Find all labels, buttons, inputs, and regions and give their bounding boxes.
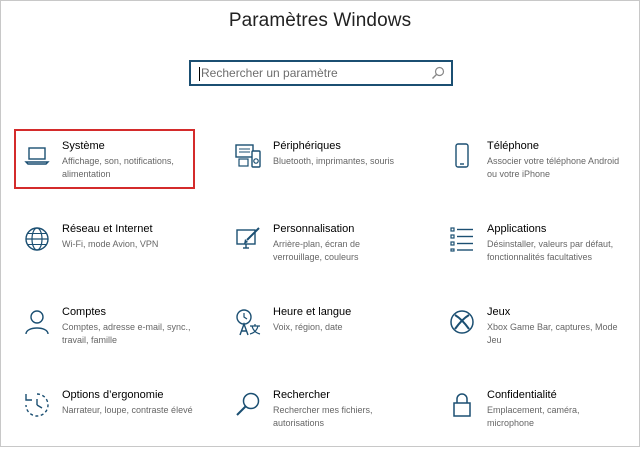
tile-description: Xbox Game Bar, captures, Mode Jeu — [487, 322, 618, 345]
apps-list-icon — [448, 225, 476, 253]
devices-icon — [234, 142, 262, 170]
tile-confidentialite[interactable]: Confidentialité Emplacement, caméra, mic… — [442, 389, 622, 453]
tile-rechercher[interactable]: Rechercher Rechercher mes fichiers, auto… — [228, 389, 408, 453]
search-icon — [234, 391, 262, 419]
tile-description: Narrateur, loupe, contraste élevé — [62, 405, 193, 415]
tile-name: Applications — [487, 223, 547, 235]
tile-peripheriques[interactable]: Périphériques Bluetooth, imprimantes, so… — [228, 140, 408, 204]
tile-name: Téléphone — [487, 140, 539, 152]
tile-description: Emplacement, caméra, microphone — [487, 405, 580, 428]
tile-description: Arrière-plan, écran de verrouillage, cou… — [273, 239, 361, 262]
tile-ergonomie[interactable]: Options d’ergonomie Narrateur, loupe, co… — [17, 389, 197, 453]
tile-heure-langue[interactable]: Heure et langue Voix, région, date — [228, 306, 408, 370]
text-caret — [199, 67, 200, 81]
tile-name: Rechercher — [273, 389, 330, 401]
search-input[interactable] — [201, 64, 421, 82]
tile-name: Options d’ergonomie — [62, 389, 164, 401]
tile-jeux[interactable]: Jeux Xbox Game Bar, captures, Mode Jeu — [442, 306, 622, 370]
tile-name: Confidentialité — [487, 389, 557, 401]
page-title: Paramètres Windows — [228, 10, 412, 31]
tile-name: Jeux — [487, 306, 511, 318]
globe-icon — [23, 225, 51, 253]
lock-icon — [448, 391, 476, 419]
tile-reseau[interactable]: Réseau et Internet Wi-Fi, mode Avion, VP… — [17, 223, 197, 287]
tile-name: Heure et langue — [273, 306, 352, 318]
time-language-icon — [234, 308, 262, 336]
tile-description: Comptes, adresse e-mail, sync., travail,… — [62, 322, 191, 345]
tile-name: Réseau et Internet — [62, 223, 153, 235]
tile-comptes[interactable]: Comptes Comptes, adresse e-mail, sync., … — [17, 306, 197, 370]
xbox-icon — [448, 308, 476, 336]
tile-description: Bluetooth, imprimantes, souris — [273, 156, 395, 166]
tile-name: Comptes — [62, 306, 107, 318]
tile-description: Associer votre téléphone Android ou votr… — [487, 156, 620, 179]
tile-name: Personnalisation — [273, 223, 355, 235]
tile-description: Voix, région, date — [273, 322, 343, 332]
phone-icon — [448, 142, 476, 170]
tile-personnalisation[interactable]: Personnalisation Arrière-plan, écran de … — [228, 223, 408, 287]
tile-telephone[interactable]: Téléphone Associer votre téléphone Andro… — [442, 140, 622, 204]
person-icon — [23, 308, 51, 336]
tile-description: Rechercher mes fichiers, autorisations — [273, 405, 373, 428]
tile-description: Affichage, son, notifications, alimentat… — [62, 156, 174, 179]
ease-of-access-icon — [23, 391, 51, 419]
tile-systeme[interactable]: Système Affichage, son, notifications, a… — [17, 140, 197, 204]
tile-description: Wi-Fi, mode Avion, VPN — [62, 239, 159, 249]
personalization-icon — [234, 225, 262, 253]
tile-name: Périphériques — [273, 140, 341, 152]
tile-applications[interactable]: Applications Désinstaller, valeurs par d… — [442, 223, 622, 287]
search-box[interactable] — [189, 60, 453, 86]
search-icon[interactable] — [431, 66, 445, 80]
tile-name: Système — [62, 140, 105, 152]
tile-description: Désinstaller, valeurs par défaut, foncti… — [487, 239, 614, 262]
laptop-icon — [23, 142, 51, 170]
settings-window: Paramètres Windows Système Affichage, so… — [0, 0, 640, 447]
